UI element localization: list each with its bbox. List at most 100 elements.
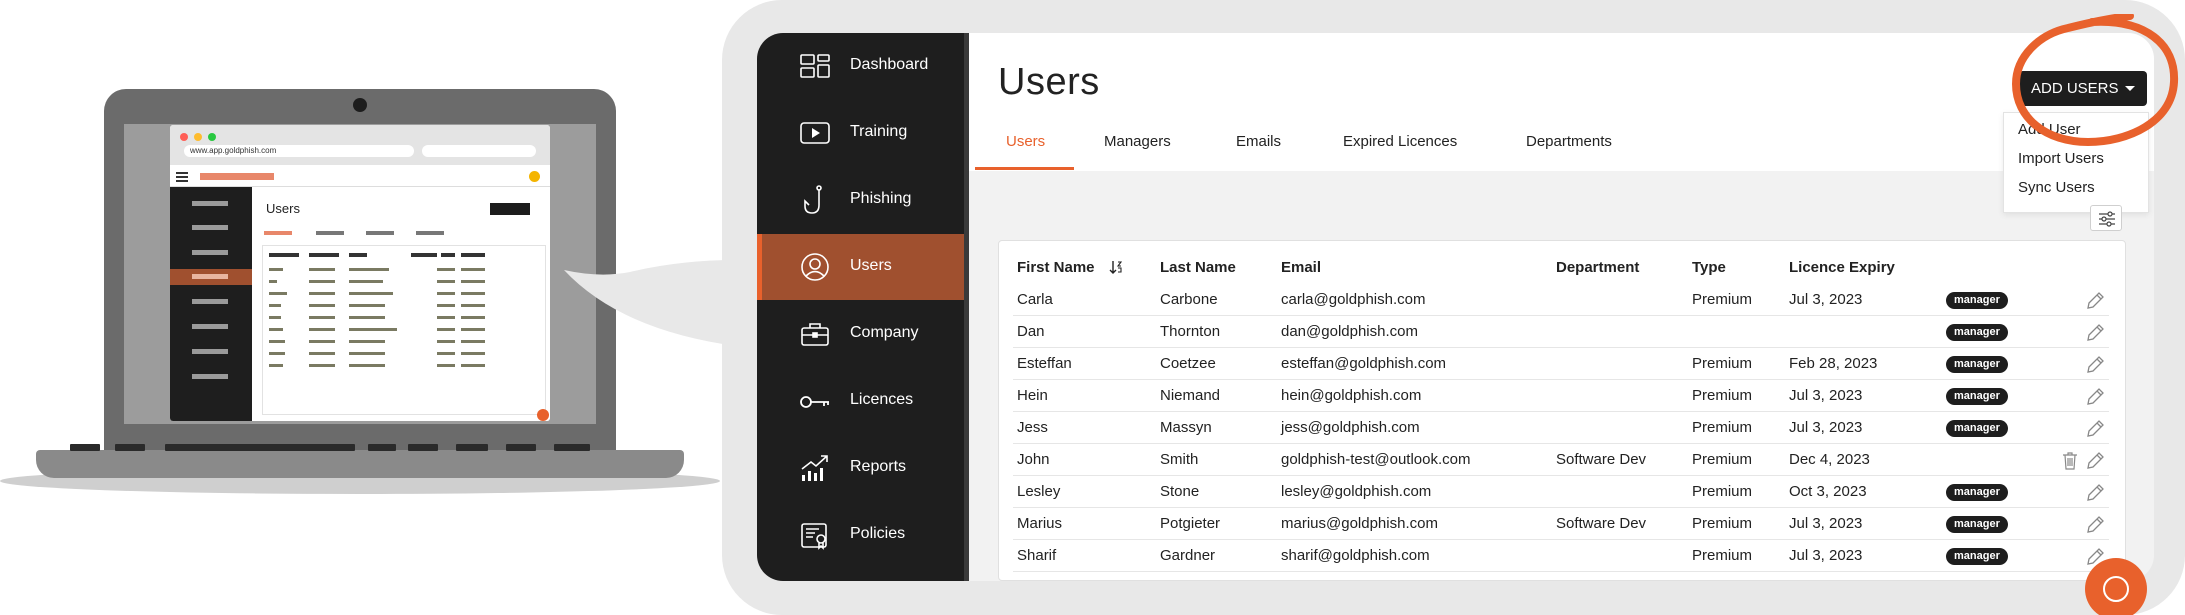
mini-browser-bar: www.app.goldphish.com bbox=[170, 125, 550, 165]
key-icon bbox=[800, 396, 829, 408]
status-badge: manager bbox=[1946, 388, 2008, 405]
first-name-cell: Carla bbox=[1017, 291, 1053, 308]
play-icon bbox=[800, 122, 830, 144]
last-name-cell: Stone bbox=[1160, 483, 1200, 500]
column-header-type[interactable]: Type bbox=[1692, 259, 1726, 276]
tab-emails[interactable]: Emails bbox=[1236, 133, 1281, 150]
mini-close-dot bbox=[180, 133, 188, 141]
table-row[interactable]: Jess Massyn jess@goldphish.com Premium Jul 3… bbox=[1013, 412, 2109, 444]
last-name-cell: Carbone bbox=[1160, 291, 1218, 308]
sidebar-item-policies[interactable]: Policies bbox=[757, 502, 969, 568]
trash-icon[interactable] bbox=[2061, 451, 2079, 471]
sidebar-item-training[interactable]: Training bbox=[757, 100, 969, 166]
sidebar-item-users[interactable]: Users bbox=[757, 234, 969, 300]
last-name-cell: Massyn bbox=[1160, 419, 1212, 436]
column-header-department[interactable]: Department bbox=[1556, 259, 1639, 276]
column-header-first-name[interactable]: First Name bbox=[1017, 259, 1095, 276]
chat-icon bbox=[2103, 576, 2129, 602]
status-badge: manager bbox=[1946, 516, 2008, 533]
pencil-icon[interactable] bbox=[2085, 419, 2105, 439]
status-badge: manager bbox=[1946, 484, 2008, 501]
fish-hook-icon bbox=[804, 185, 822, 214]
licence-expiry-cell: Jul 3, 2023 bbox=[1789, 547, 1863, 564]
table-row[interactable]: John Smith goldphish-test@outlook.com Softw… bbox=[1013, 444, 2109, 476]
tab-expired-licences[interactable]: Expired Licences bbox=[1343, 133, 1457, 150]
licence-expiry-cell: Jul 3, 2023 bbox=[1789, 387, 1863, 404]
email-cell: carla@goldphish.com bbox=[1281, 291, 1426, 308]
pencil-icon[interactable] bbox=[2085, 451, 2105, 471]
column-header-email[interactable]: Email bbox=[1281, 259, 1321, 276]
column-header-licence-expiry[interactable]: Licence Expiry bbox=[1789, 259, 1895, 276]
column-header-last-name[interactable]: Last Name bbox=[1160, 259, 1236, 276]
page-header: Users Users Managers Emails Expired Lice… bbox=[969, 33, 2154, 171]
mini-sidebar bbox=[170, 187, 252, 421]
sidebar-item-label: Policies bbox=[850, 525, 906, 542]
first-name-cell: Lesley bbox=[1017, 483, 1061, 500]
pencil-icon[interactable] bbox=[2085, 355, 2105, 375]
type-cell: Premium bbox=[1692, 291, 1753, 308]
type-cell: Premium bbox=[1692, 419, 1753, 436]
department-cell: Software Dev bbox=[1556, 515, 1647, 532]
sidebar-item-licences[interactable]: Licences bbox=[757, 368, 969, 434]
type-cell: Premium bbox=[1692, 515, 1753, 532]
page-title: Users bbox=[998, 61, 1100, 103]
table-row[interactable]: Sharif Gardner sharif@goldphish.com Premium… bbox=[1013, 540, 2109, 572]
table-row[interactable]: Marius Potgieter marius@goldphish.com Softw… bbox=[1013, 508, 2109, 540]
sidebar-item-label: Dashboard bbox=[850, 56, 929, 73]
email-cell: marius@goldphish.com bbox=[1281, 515, 1438, 532]
first-name-cell: Sharif bbox=[1017, 547, 1057, 564]
sidebar-item-phishing[interactable]: Phishing bbox=[757, 167, 969, 233]
mini-url-bar: www.app.goldphish.com bbox=[184, 145, 414, 157]
email-cell: dan@goldphish.com bbox=[1281, 323, 1418, 340]
first-name-cell: Dan bbox=[1017, 323, 1045, 340]
tab-users[interactable]: Users bbox=[1006, 133, 1045, 150]
sidebar-item-company[interactable]: Company bbox=[757, 301, 969, 367]
mini-minimize-dot bbox=[194, 133, 202, 141]
last-name-cell: Niemand bbox=[1160, 387, 1221, 404]
sidebar-item-label: Training bbox=[850, 123, 908, 140]
sort-icon[interactable] bbox=[1109, 260, 1123, 274]
table-row[interactable]: Esteffan Coetzee esteffan@goldphish.com Pre… bbox=[1013, 348, 2109, 380]
email-cell: hein@goldphish.com bbox=[1281, 387, 1422, 404]
licence-expiry-cell: Jul 3, 2023 bbox=[1789, 515, 1863, 532]
table-row[interactable]: Hein Niemand hein@goldphish.com Premium Jul … bbox=[1013, 380, 2109, 412]
laptop-base bbox=[36, 450, 684, 478]
type-cell: Premium bbox=[1692, 547, 1753, 564]
pencil-icon[interactable] bbox=[2085, 387, 2105, 407]
mini-app-preview: www.app.goldphish.com Users bbox=[170, 125, 550, 421]
mini-table bbox=[262, 245, 546, 415]
sidebar: Dashboard Training Phishing Users Compan… bbox=[757, 33, 969, 581]
status-badge: manager bbox=[1946, 356, 2008, 373]
filter-button[interactable] bbox=[2090, 205, 2122, 231]
last-name-cell: Gardner bbox=[1160, 547, 1216, 564]
sidebar-item-dashboard[interactable]: Dashboard bbox=[757, 33, 969, 99]
pencil-icon[interactable] bbox=[2085, 291, 2105, 311]
dashboard-icon bbox=[800, 54, 830, 78]
table-row[interactable]: Carla Carbone carla@goldphish.com Premium Ju… bbox=[1013, 284, 2109, 316]
type-cell: Premium bbox=[1692, 355, 1753, 372]
sidebar-item-label: Users bbox=[850, 257, 892, 274]
chat-button[interactable] bbox=[2085, 558, 2147, 615]
status-badge: manager bbox=[1946, 292, 2008, 309]
chart-up-icon bbox=[801, 455, 828, 481]
sliders-icon bbox=[2099, 211, 2115, 227]
sidebar-item-reports[interactable]: Reports bbox=[757, 435, 969, 501]
status-badge: manager bbox=[1946, 548, 2008, 565]
first-name-cell: Jess bbox=[1017, 419, 1048, 436]
active-tab-indicator bbox=[975, 167, 1074, 170]
first-name-cell: John bbox=[1017, 451, 1050, 468]
table-row[interactable]: Dan Thornton dan@goldphish.com manager bbox=[1013, 316, 2109, 348]
licence-expiry-cell: Jul 3, 2023 bbox=[1789, 419, 1863, 436]
email-cell: esteffan@goldphish.com bbox=[1281, 355, 1447, 372]
pencil-icon[interactable] bbox=[2085, 515, 2105, 535]
tab-departments[interactable]: Departments bbox=[1526, 133, 1612, 150]
pencil-icon[interactable] bbox=[2085, 483, 2105, 503]
menu-item-sync-users[interactable]: Sync Users bbox=[2018, 179, 2095, 196]
tab-managers[interactable]: Managers bbox=[1104, 133, 1171, 150]
table-row[interactable]: Lesley Stone lesley@goldphish.com Premium Oc… bbox=[1013, 476, 2109, 508]
pencil-icon[interactable] bbox=[2085, 323, 2105, 343]
policy-icon bbox=[801, 523, 827, 550]
last-name-cell: Smith bbox=[1160, 451, 1199, 468]
licence-expiry-cell: Dec 4, 2023 bbox=[1789, 451, 1870, 468]
status-badge: manager bbox=[1946, 420, 2008, 437]
